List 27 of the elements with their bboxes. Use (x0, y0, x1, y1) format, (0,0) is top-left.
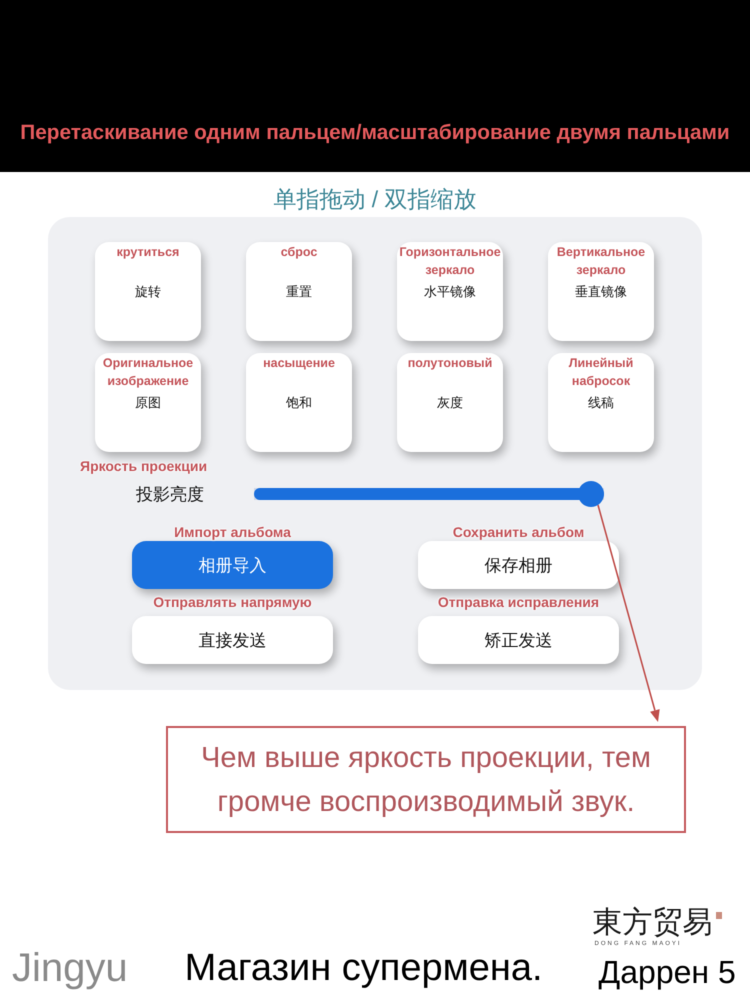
translation-caption: Яркость проекции (80, 457, 208, 475)
action-button[interactable]: 保存相册 (418, 541, 619, 589)
tool-button[interactable]: крутиться 旋转 (95, 242, 201, 341)
action-button[interactable]: 直接发送 (132, 616, 333, 664)
action-button[interactable]: 矫正发送 (418, 616, 619, 664)
translation-caption: Отправка исправления (438, 593, 600, 611)
tool-button[interactable]: сброс 重置 (246, 242, 352, 341)
seal-icon (716, 912, 722, 919)
gesture-subtitle: 单指拖动 / 双指缩放 (273, 185, 477, 213)
action-button[interactable]: 相册导入 (132, 541, 333, 589)
shop-caption: Магазин супермена. (184, 946, 543, 990)
tool-button[interactable]: Оригинальное изображение 原图 (95, 353, 201, 452)
brightness-label: 投影亮度 (136, 484, 205, 506)
tool-button[interactable]: Вертикальное зеркало 垂直镜像 (548, 242, 654, 341)
tool-button[interactable]: Линейный набросок 线稿 (548, 353, 654, 452)
tag-text: Даррен 5 (598, 954, 736, 990)
translation-caption: Сохранить альбом (452, 523, 584, 541)
slider-thumb[interactable] (578, 481, 604, 507)
brand-name: Jingyu (12, 946, 128, 990)
translation-caption: Импорт альбома (174, 523, 291, 541)
callout-note: Чем выше яркость проекции, тем громче воспроизводимый звук. (166, 726, 686, 833)
tool-button[interactable]: насыщение 饱和 (246, 353, 352, 452)
translation-caption: Отправлять напрямую (153, 593, 312, 611)
logo-text: 東方贸易 (592, 906, 713, 940)
banner-title: Перетаскивание одним пальцем/масштабирование двумя пальцами (20, 120, 730, 145)
tool-button[interactable]: Горизонтальное зеркало 水平镜像 (397, 242, 503, 341)
tool-button[interactable]: полутоновый 灰度 (397, 353, 503, 452)
